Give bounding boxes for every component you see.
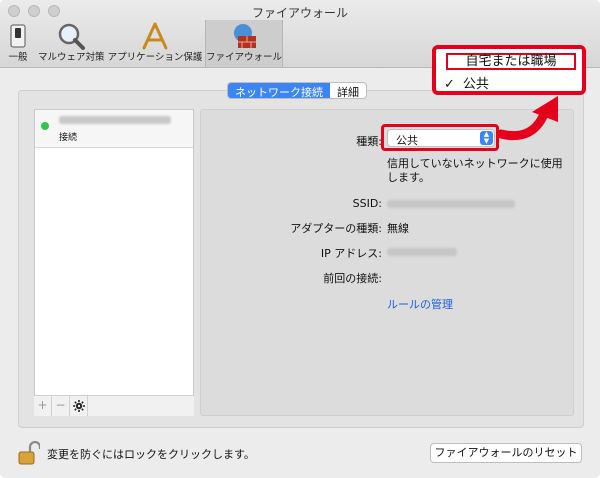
tab-details[interactable]: 詳細 — [330, 83, 366, 98]
firewall-icon — [234, 24, 256, 48]
select-stepper-icon: ▲ ▼ — [480, 131, 493, 145]
firewall-window: ファイアウォール 一般 マルウェア対策 アプリケーション保護 ファイアウォール … — [0, 0, 600, 478]
ssid-value-redacted — [387, 200, 515, 208]
toolbar-app-protection-label: アプリケーション保護 — [107, 52, 203, 63]
network-status: 接続 — [59, 133, 78, 143]
network-list: 接続 — [34, 109, 194, 416]
checkmark-icon: ✓ — [444, 77, 455, 92]
type-description-line2: します。 — [387, 171, 430, 184]
annotation-arrow-icon — [496, 96, 558, 141]
lock-icon[interactable] — [18, 441, 40, 465]
network-type-value: 公共 — [396, 134, 418, 147]
add-button[interactable]: + — [34, 396, 52, 416]
option-home-or-work[interactable]: 自宅または職場 — [446, 53, 576, 70]
magnifier-icon — [58, 23, 85, 50]
switch-icon — [10, 24, 26, 48]
toolbar-malware[interactable]: マルウェア対策 — [38, 20, 105, 67]
option-public[interactable]: ✓ 公共 — [444, 73, 489, 92]
toolbar-general[interactable]: 一般 — [0, 20, 36, 67]
app-store-icon — [142, 22, 168, 50]
ip-address-value-redacted — [387, 248, 457, 256]
type-label: 種類: — [356, 135, 382, 148]
tab-control: ネットワーク接続 詳細 — [227, 82, 367, 99]
manage-rules-link[interactable]: ルールの管理 — [387, 296, 453, 312]
list-toolbar: + − — [34, 395, 194, 416]
option-public-label: 公共 — [462, 77, 489, 92]
window-title: ファイアウォール — [251, 6, 348, 20]
toolbar-malware-label: マルウェア対策 — [38, 52, 105, 63]
gear-icon[interactable] — [70, 396, 88, 416]
toolbar-general-label: 一般 — [8, 52, 28, 63]
adapter-type-value: 無線 — [387, 222, 409, 235]
ssid-label: SSID: — [352, 197, 382, 210]
network-name-redacted — [59, 116, 171, 124]
network-type-popup: 自宅または職場 ✓ 公共 — [432, 45, 586, 95]
list-item[interactable]: 接続 — [35, 110, 193, 148]
toolbar-app-protection[interactable]: アプリケーション保護 — [106, 20, 204, 67]
adapter-type-label: アダプターの種類: — [290, 222, 382, 235]
lock-message: 変更を防ぐにはロックをクリックします。 — [47, 448, 255, 461]
last-connection-label: 前回の接続: — [323, 272, 382, 285]
connected-status-icon — [41, 122, 49, 130]
tab-network-connection[interactable]: ネットワーク接続 — [228, 83, 330, 98]
ip-address-label: IP アドレス: — [320, 247, 382, 260]
reset-firewall-button[interactable]: ファイアウォールのリセット — [430, 443, 582, 463]
network-type-select[interactable]: 公共 ▲ ▼ — [387, 129, 495, 147]
toolbar-firewall[interactable]: ファイアウォール — [205, 20, 283, 67]
remove-button[interactable]: − — [52, 396, 70, 416]
toolbar-firewall-label: ファイアウォール — [206, 52, 283, 63]
